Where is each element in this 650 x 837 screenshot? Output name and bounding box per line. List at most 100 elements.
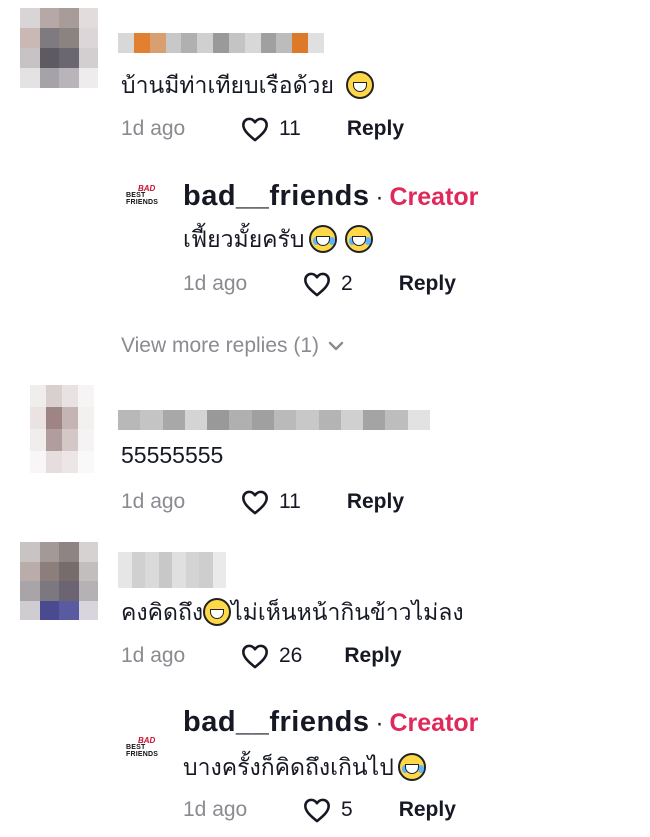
avatar-pixel xyxy=(20,581,40,601)
username-pixel xyxy=(158,552,172,588)
avatar-pixel xyxy=(30,385,46,407)
tears-of-joy-emoji-icon xyxy=(308,225,337,253)
username-pixel xyxy=(199,552,213,588)
avatar-pixel xyxy=(78,8,98,28)
like-button[interactable]: 26 xyxy=(241,643,302,669)
heart-outline-icon xyxy=(242,117,268,142)
avatar-pixel xyxy=(59,561,79,581)
username-pixel xyxy=(213,33,229,53)
comment-avatar[interactable] xyxy=(30,385,94,473)
comment-meta: 1d ago 11 Reply xyxy=(121,489,404,515)
avatar-pixel xyxy=(20,28,40,48)
avatar-pixel xyxy=(46,451,62,473)
reply-text: บางครั้งก็คิดถึงเกินไป xyxy=(183,750,426,786)
reply-button[interactable]: Reply xyxy=(399,798,456,822)
avatar-pixel xyxy=(20,68,40,88)
username-pixel xyxy=(276,33,293,53)
username-pixel xyxy=(162,410,185,430)
username-pixel xyxy=(185,552,199,588)
like-button[interactable]: 11 xyxy=(241,489,301,515)
like-button[interactable]: 11 xyxy=(241,116,301,142)
avatar-pixel xyxy=(78,429,94,451)
username-pixel xyxy=(308,33,324,53)
reply-time: 1d ago xyxy=(183,798,248,821)
reply-meta: 1d ago 5 Reply xyxy=(183,797,456,823)
comment-avatar[interactable] xyxy=(20,542,98,620)
username-pixel xyxy=(273,410,297,430)
username-pixel xyxy=(140,410,163,430)
avatar-pixel xyxy=(46,407,62,429)
avatar-pixel xyxy=(30,429,46,451)
reply-button[interactable]: Reply xyxy=(347,490,404,514)
logo-text-best-friends: BEST FRIENDS xyxy=(126,744,159,758)
like-count: 11 xyxy=(279,117,301,140)
avatar-pixel xyxy=(62,407,78,429)
comment-avatar[interactable] xyxy=(20,8,98,88)
creator-username[interactable]: bad__friends xyxy=(183,180,370,213)
avatar-pixel xyxy=(59,28,79,48)
comment-text: คงคิดถึง ไม่เห็นหน้ากินข้าวไม่ลง xyxy=(121,598,464,626)
grinning-emoji-icon xyxy=(345,71,374,99)
username-pixel xyxy=(385,410,408,430)
like-count: 26 xyxy=(279,644,303,667)
avatar-pixel xyxy=(59,68,79,88)
reply-button[interactable]: Reply xyxy=(344,644,401,668)
username-pixel xyxy=(149,33,166,53)
heart-outline-icon xyxy=(304,798,330,823)
avatar-pixel xyxy=(78,581,98,601)
username-pixel xyxy=(181,33,198,53)
reply-text: เฟี้ยวมั้ยครับ xyxy=(183,222,373,258)
username-pixel xyxy=(363,410,386,430)
username-pixel xyxy=(118,410,141,430)
avatar-pixel xyxy=(39,561,59,581)
comment-username[interactable] xyxy=(118,410,430,430)
comment-username[interactable] xyxy=(118,33,324,53)
avatar-pixel xyxy=(20,48,40,68)
avatar-pixel xyxy=(20,8,40,28)
avatar-pixel xyxy=(62,385,78,407)
creator-username[interactable]: bad__friends xyxy=(183,706,370,739)
tears-of-joy-emoji-icon xyxy=(397,753,426,781)
creator-badge: Creator xyxy=(389,183,479,211)
username-pixel xyxy=(228,33,245,53)
like-button[interactable]: 5 xyxy=(303,797,353,823)
heart-outline-icon xyxy=(242,644,268,669)
reply-button[interactable]: Reply xyxy=(399,272,456,296)
tears-of-joy-emoji-icon xyxy=(344,225,373,253)
avatar-pixel xyxy=(39,8,59,28)
like-count: 5 xyxy=(341,798,353,821)
comment-text: 55555555 xyxy=(121,442,224,468)
avatar-pixel xyxy=(78,68,98,88)
comment-username[interactable] xyxy=(118,552,226,588)
avatar-pixel xyxy=(39,542,59,562)
avatar-pixel xyxy=(39,600,59,620)
separator-dot: · xyxy=(375,184,384,211)
creator-avatar[interactable]: BAD BEST FRIENDS xyxy=(124,184,168,210)
view-more-label: View more replies (1) xyxy=(121,334,320,357)
avatar-pixel xyxy=(78,48,98,68)
avatar-pixel xyxy=(59,542,79,562)
avatar-pixel xyxy=(59,581,79,601)
creator-avatar[interactable]: BAD BEST FRIENDS xyxy=(124,736,168,762)
username-pixel xyxy=(407,410,430,430)
avatar-pixel xyxy=(62,451,78,473)
avatar-pixel xyxy=(39,581,59,601)
avatar-pixel xyxy=(20,600,40,620)
avatar-pixel xyxy=(39,28,59,48)
avatar-pixel xyxy=(46,429,62,451)
comment-time: 1d ago xyxy=(121,117,186,140)
username-pixel xyxy=(292,33,309,53)
avatar-pixel xyxy=(59,600,79,620)
view-more-replies-button[interactable]: View more replies (1) xyxy=(121,334,345,358)
username-pixel xyxy=(165,33,182,53)
separator-dot: · xyxy=(375,710,384,737)
avatar-pixel xyxy=(39,48,59,68)
reply-button[interactable]: Reply xyxy=(347,117,404,141)
like-button[interactable]: 2 xyxy=(303,271,353,297)
avatar-pixel xyxy=(39,68,59,88)
reply-time: 1d ago xyxy=(183,272,248,295)
username-pixel xyxy=(118,33,134,53)
username-pixel xyxy=(318,410,341,430)
comment-time: 1d ago xyxy=(121,644,186,667)
username-pixel xyxy=(133,33,150,53)
